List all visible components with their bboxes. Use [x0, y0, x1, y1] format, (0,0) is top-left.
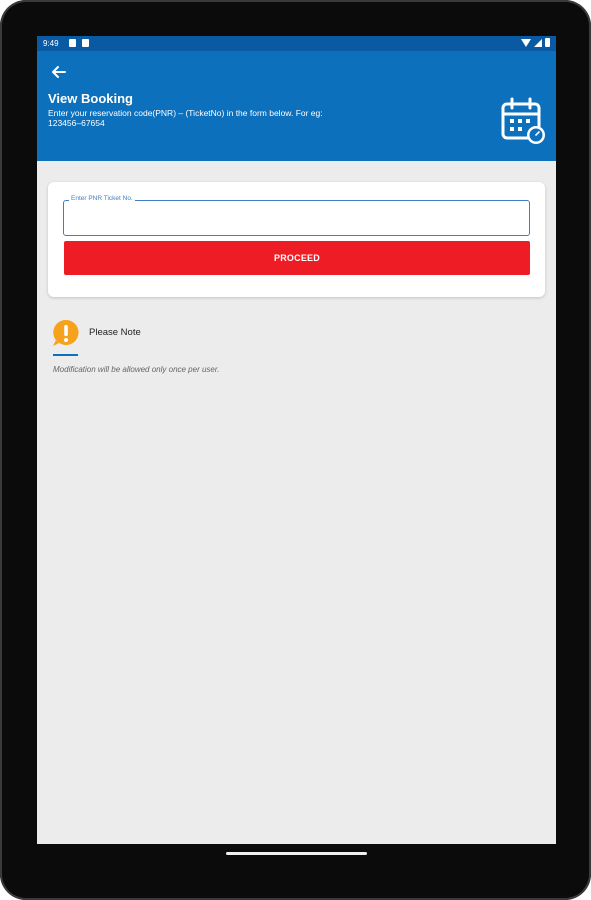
page-title: View Booking: [48, 91, 133, 106]
note-divider: [53, 354, 78, 356]
status-time: 9:49: [43, 39, 59, 48]
app-screen: 9:49 View Booking Enter your reservation…: [37, 36, 556, 844]
note-title: Please Note: [89, 327, 141, 338]
pnr-ticket-field[interactable]: Enter PNR Ticket No.: [63, 195, 530, 236]
booking-form-card: Enter PNR Ticket No. PROCEED: [48, 182, 545, 297]
pnr-ticket-input[interactable]: [70, 211, 524, 231]
home-indicator[interactable]: [226, 852, 367, 855]
calendar-clock-icon: [500, 97, 546, 145]
pnr-ticket-field-label: Enter PNR Ticket No.: [69, 195, 135, 202]
notification-icon: [69, 39, 76, 47]
wifi-icon: [521, 38, 531, 47]
warning-exclamation-icon: [52, 319, 80, 347]
proceed-button[interactable]: PROCEED: [64, 241, 530, 275]
app-bar: View Booking Enter your reservation code…: [37, 51, 556, 161]
photo-notification-icon: [82, 39, 89, 47]
signal-icon: [534, 38, 542, 47]
page-subtitle: Enter your reservation code(PNR) – (Tick…: [48, 108, 323, 128]
battery-icon: [545, 38, 550, 47]
status-indicators: [521, 38, 550, 47]
back-arrow-icon[interactable]: [47, 60, 71, 84]
status-bar: 9:49: [37, 36, 556, 51]
note-text: Modification will be allowed only once p…: [53, 365, 220, 374]
